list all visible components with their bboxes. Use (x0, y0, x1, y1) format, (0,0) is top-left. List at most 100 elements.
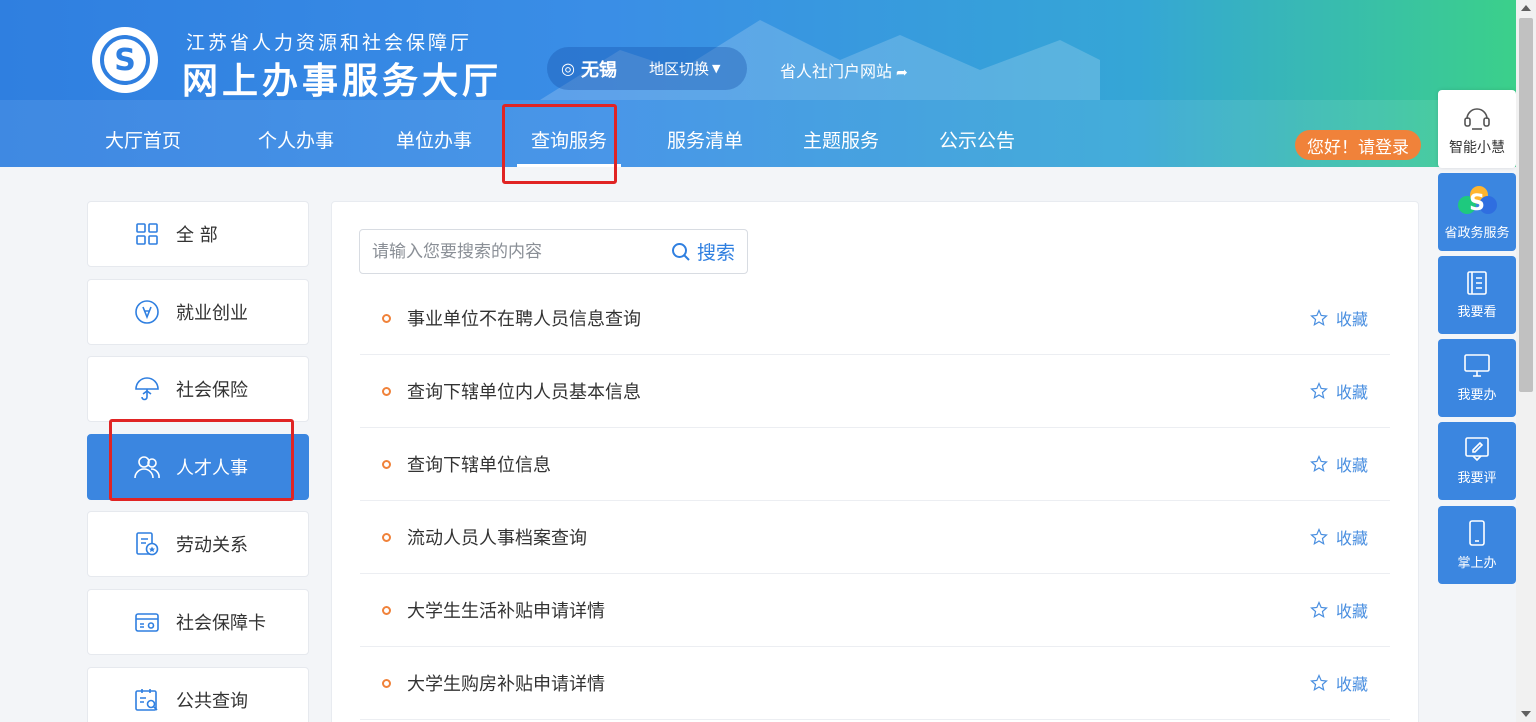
star-icon (1310, 674, 1328, 691)
monitor-icon (1464, 354, 1490, 377)
list-item[interactable]: 事业单位不在聘人员信息查询 收藏 (360, 282, 1390, 355)
search-button[interactable]: 搜索 (671, 238, 747, 265)
caret-down-icon: ▼ (711, 62, 721, 75)
list-item-title[interactable]: 大学生生活补贴申请详情 (407, 597, 1310, 623)
org-name: 江苏省人力资源和社会保障厅 (186, 32, 473, 54)
view-button[interactable]: 我要看 (1438, 256, 1516, 334)
favorite-button[interactable]: 收藏 (1310, 306, 1368, 330)
favorite-button[interactable]: 收藏 (1310, 525, 1368, 549)
sidebar-item-talent[interactable]: 人才人事 (87, 434, 309, 500)
gov-service-button[interactable]: S 省政务服务 (1438, 173, 1516, 251)
card-icon (134, 609, 160, 635)
handle-button[interactable]: 我要办 (1438, 339, 1516, 417)
umbrella-icon (134, 376, 160, 402)
bullet-dot-icon (382, 386, 391, 396)
nav-organization[interactable]: 单位办事 (396, 126, 472, 153)
mobile-label: 掌上办 (1457, 556, 1497, 571)
bullet-dot-icon (382, 678, 391, 688)
login-button[interactable]: 您好！请登录 (1295, 130, 1421, 160)
search-button-label: 搜索 (696, 242, 735, 264)
headset-icon (1464, 107, 1490, 130)
bullet-dot-icon (382, 532, 391, 542)
favorite-button[interactable]: 收藏 (1310, 598, 1368, 622)
assistant-button[interactable]: 智能小慧 (1438, 90, 1516, 168)
favorite-label: 收藏 (1335, 383, 1368, 402)
nav-service-list[interactable]: 服务清单 (667, 126, 743, 153)
list-item[interactable]: 查询下辖单位信息 收藏 (360, 428, 1390, 501)
scrollbar-thumb[interactable] (1519, 18, 1533, 392)
sidebar-item-label: 全 部 (176, 225, 218, 246)
review-button[interactable]: 我要评 (1438, 422, 1516, 500)
site-header: S 江苏省人力资源和社会保障厅 网上办事服务大厅 ◎ 无锡 地区切换 ▼ 省人社… (0, 0, 1516, 167)
region-selector[interactable]: ◎ 无锡 地区切换 ▼ (547, 47, 747, 90)
labor-contract-icon (134, 531, 160, 557)
favorite-label: 收藏 (1335, 675, 1368, 694)
nav-bar-bg (0, 100, 1516, 167)
star-icon (1310, 601, 1328, 618)
favorite-button[interactable]: 收藏 (1310, 452, 1368, 476)
employment-icon (134, 299, 160, 325)
portal-link[interactable]: 省人社门户网站 ➦ (780, 58, 908, 82)
nav-query[interactable]: 查询服务 (516, 126, 622, 167)
notebook-icon (1467, 271, 1487, 295)
list-item[interactable]: 大学生生活补贴申请详情 收藏 (360, 574, 1390, 647)
page-scrollbar[interactable] (1516, 0, 1536, 722)
sidebar-item-insurance[interactable]: 社会保险 (87, 356, 309, 422)
nav-theme[interactable]: 主题服务 (803, 126, 879, 153)
star-icon (1310, 309, 1328, 326)
sidebar-item-label: 就业创业 (176, 303, 248, 324)
gov-service-logo-icon: S (1458, 186, 1497, 216)
star-icon (1310, 528, 1328, 545)
list-item[interactable]: 大学生购房补贴申请详情 收藏 (360, 647, 1390, 720)
grid-icon (134, 221, 160, 247)
mobile-button[interactable]: 掌上办 (1438, 506, 1516, 584)
people-icon (134, 454, 160, 480)
star-icon (1310, 382, 1328, 399)
site-logo[interactable]: S (92, 27, 158, 93)
search-input[interactable] (360, 230, 671, 273)
query-icon (134, 687, 160, 713)
region-switch-link[interactable]: 地区切换 (649, 58, 709, 79)
favorite-label: 收藏 (1335, 456, 1368, 475)
scroll-down-arrow-icon[interactable] (1521, 711, 1531, 717)
favorite-label: 收藏 (1335, 310, 1368, 329)
favorite-button[interactable]: 收藏 (1310, 379, 1368, 403)
assistant-label: 智能小慧 (1449, 139, 1505, 156)
search-box: 搜索 (359, 229, 748, 274)
sidebar-item-label: 人才人事 (176, 458, 248, 479)
star-icon (1310, 455, 1328, 472)
sidebar-item-public-query[interactable]: 公共查询 (87, 667, 309, 722)
scroll-up-arrow-icon[interactable] (1521, 5, 1531, 11)
mobile-phone-icon (1469, 520, 1485, 546)
favorite-button[interactable]: 收藏 (1310, 671, 1368, 695)
list-item[interactable]: 流动人员人事档案查询 收藏 (360, 501, 1390, 574)
current-city: 无锡 (580, 59, 617, 81)
list-item-title[interactable]: 查询下辖单位内人员基本信息 (407, 378, 1310, 404)
sidebar-item-label: 社会保障卡 (176, 613, 266, 634)
nav-home[interactable]: 大厅首页 (105, 126, 181, 153)
favorite-label: 收藏 (1335, 602, 1368, 621)
list-item-title[interactable]: 查询下辖单位信息 (407, 451, 1310, 477)
sidebar-item-all[interactable]: 全 部 (87, 201, 309, 267)
bullet-dot-icon (382, 459, 391, 469)
svg-text:S: S (1469, 191, 1485, 216)
logo-emblem-icon: S (100, 35, 150, 85)
nav-notice[interactable]: 公示公告 (939, 126, 1015, 153)
sidebar-item-labor[interactable]: 劳动关系 (87, 511, 309, 577)
review-label: 我要评 (1457, 471, 1497, 486)
nav-personal[interactable]: 个人办事 (258, 126, 334, 153)
list-item[interactable]: 查询下辖单位内人员基本信息 收藏 (360, 355, 1390, 428)
sidebar-item-label: 社会保险 (176, 380, 248, 401)
sidebar-item-employment[interactable]: 就业创业 (87, 279, 309, 345)
list-item-title[interactable]: 流动人员人事档案查询 (407, 524, 1310, 550)
bullet-dot-icon (382, 313, 391, 323)
share-arrow-icon: ➦ (896, 65, 908, 81)
portal-link-label: 省人社门户网站 (780, 62, 893, 81)
view-label: 我要看 (1457, 305, 1497, 320)
list-item-title[interactable]: 大学生购房补贴申请详情 (407, 670, 1310, 696)
list-item-title[interactable]: 事业单位不在聘人员信息查询 (407, 305, 1310, 331)
edit-comment-icon (1465, 437, 1489, 462)
site-name: 网上办事服务大厅 (182, 61, 503, 102)
sidebar-item-label: 公共查询 (176, 691, 248, 712)
sidebar-item-card[interactable]: 社会保障卡 (87, 589, 309, 655)
